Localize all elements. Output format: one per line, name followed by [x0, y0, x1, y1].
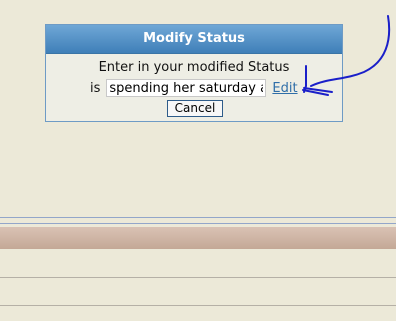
dialog-title: Modify Status [46, 25, 342, 54]
is-label: is [90, 80, 101, 96]
status-prompt: Enter in your modified Status [98, 60, 290, 75]
status-input[interactable] [106, 79, 267, 97]
modify-status-dialog: Modify Status Enter in your modified Sta… [45, 24, 343, 122]
edit-link[interactable]: Edit [272, 81, 297, 96]
status-row: is Edit [90, 79, 298, 97]
separator-line [0, 223, 396, 224]
row-divider [0, 277, 396, 278]
cancel-button[interactable]: Cancel [167, 100, 223, 117]
row-divider [0, 305, 396, 306]
separator-line [0, 217, 396, 218]
section-header-bar [0, 227, 396, 249]
